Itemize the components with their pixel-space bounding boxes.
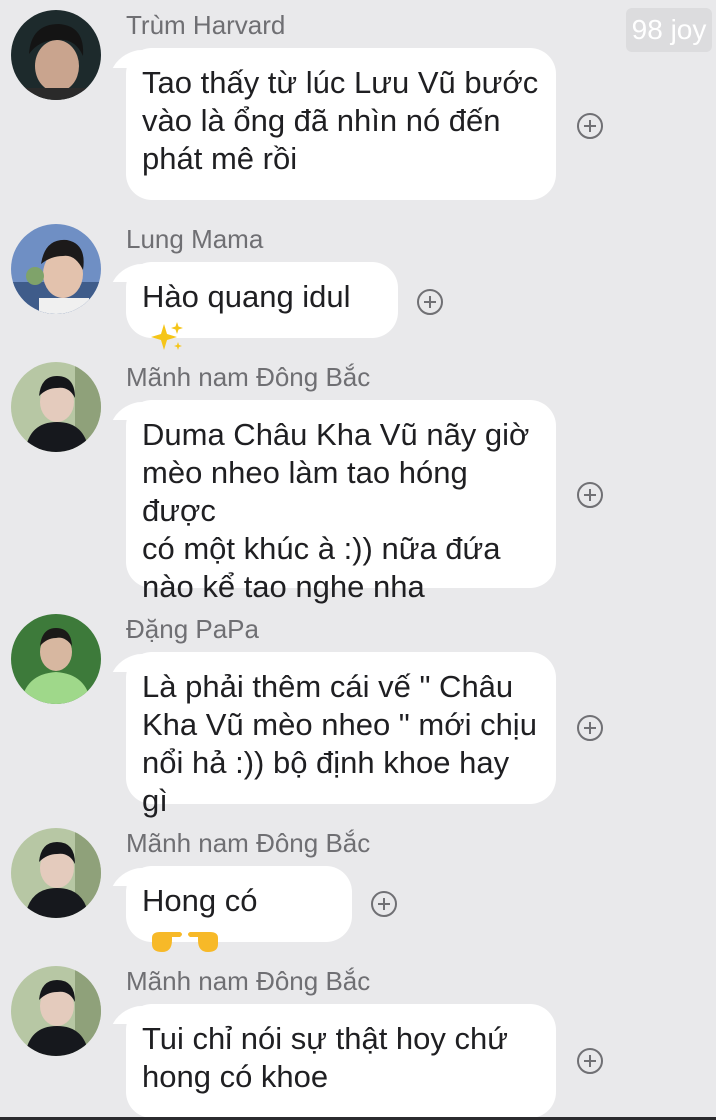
message-bubble[interactable]: Hào quang idul	[126, 262, 398, 350]
sender-name: Trùm Harvard	[126, 10, 286, 40]
message-line: vào là ổng đã nhìn nó đến	[142, 103, 501, 138]
message-line: Hào quang idul	[142, 279, 351, 314]
message-line: hong có khoe	[142, 1059, 329, 1094]
pointing-hands-icon	[152, 931, 218, 952]
message-line: Hong có	[142, 883, 258, 918]
sender-name: Mãnh nam Đông Bắc	[126, 828, 371, 858]
message-bubble[interactable]: Duma Châu Kha Vũ nãy giờ mèo nheo làm ta…	[126, 400, 556, 604]
avatar[interactable]	[11, 828, 101, 918]
sender-name: Đặng PaPa	[126, 614, 259, 644]
add-reaction-icon[interactable]	[577, 715, 603, 741]
message-line: mèo nheo làm tao hóng được	[142, 455, 468, 528]
message-line: có một khúc à :)) nữa đứa	[142, 531, 501, 566]
add-reaction-icon[interactable]	[577, 1048, 603, 1074]
sparkles-icon	[151, 321, 183, 350]
message-line: nổi hả :)) bộ định khoe hay gì	[142, 745, 510, 818]
message-bubble[interactable]: Hong có	[126, 866, 352, 952]
add-reaction-icon[interactable]	[577, 482, 603, 508]
message-line: Duma Châu Kha Vũ nãy giờ	[142, 417, 530, 452]
sender-name: Mãnh nam Đông Bắc	[126, 362, 371, 392]
message-bubble[interactable]: Là phải thêm cái vế " Châu Kha Vũ mèo nh…	[126, 652, 556, 818]
avatar[interactable]	[11, 362, 101, 452]
add-reaction-icon[interactable]	[577, 113, 603, 139]
add-reaction-icon[interactable]	[417, 289, 443, 315]
sender-name: Lung Mama	[126, 224, 264, 254]
add-reaction-icon[interactable]	[371, 891, 397, 917]
avatar[interactable]	[11, 966, 101, 1056]
message-line: Là phải thêm cái vế " Châu	[142, 669, 514, 704]
sender-name: Mãnh nam Đông Bắc	[126, 966, 371, 996]
message-line: Kha Vũ mèo nheo " mới chịu	[142, 707, 537, 742]
message-bubble[interactable]: Tao thấy từ lúc Lưu Vũ bước vào là ổng đ…	[126, 48, 556, 200]
message-line: nào kể tao nghe nha	[142, 569, 425, 604]
watermark-badge: 98 joy	[626, 8, 712, 52]
message-bubble[interactable]: Tui chỉ nói sự thật hoy chứ hong có khoe	[126, 1004, 556, 1118]
message-line: Tao thấy từ lúc Lưu Vũ bước	[142, 65, 539, 100]
avatar[interactable]	[11, 224, 101, 314]
avatar[interactable]	[11, 614, 101, 704]
message-line: Tui chỉ nói sự thật hoy chứ	[142, 1021, 509, 1056]
message-line: phát mê rồi	[142, 141, 298, 176]
avatar[interactable]	[11, 10, 101, 100]
